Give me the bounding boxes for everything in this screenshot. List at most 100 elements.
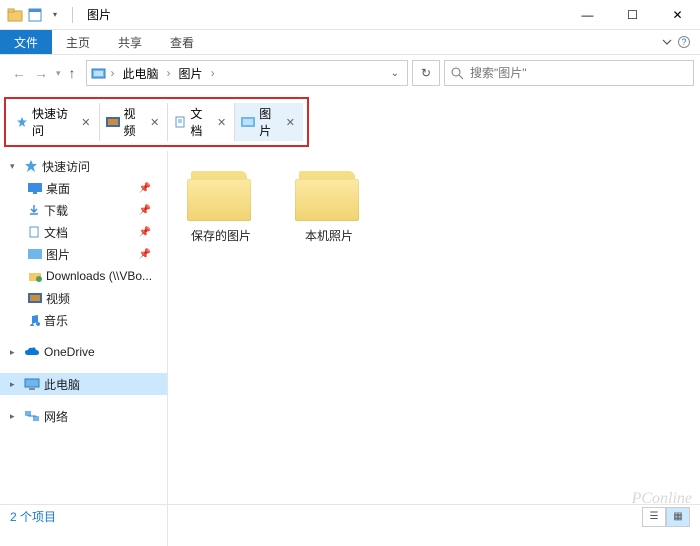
back-button[interactable]: ← <box>12 65 26 81</box>
folder-item[interactable]: 本机照片 <box>284 169 374 244</box>
main-area: ▾ 快速访问 桌面 📌 下载 📌 文档 📌 图片 📌 Downloads (\\… <box>0 151 700 546</box>
star-icon <box>16 116 28 128</box>
title-bar: ▾ 图片 — ☐ ✕ <box>0 0 700 30</box>
pin-icon: 📌 <box>139 183 151 194</box>
caret-right-icon[interactable]: ▸ <box>10 411 20 422</box>
minimize-button[interactable]: — <box>565 0 610 30</box>
ribbon-tab-file[interactable]: 文件 <box>0 30 52 54</box>
close-button[interactable]: ✕ <box>655 0 700 30</box>
maximize-button[interactable]: ☐ <box>610 0 655 30</box>
sidebar-network[interactable]: ▸ 网络 <box>0 405 167 427</box>
sidebar-item-videos[interactable]: 视频 <box>0 287 167 309</box>
item-count: 2 个项目 <box>10 508 56 525</box>
nav-arrows: ← → ▾ ↑ <box>6 65 82 81</box>
sidebar-item-desktop[interactable]: 桌面 📌 <box>0 177 167 199</box>
sidebar-item-music[interactable]: 音乐 <box>0 309 167 331</box>
forward-button[interactable]: → <box>34 65 48 81</box>
qat-dropdown-icon[interactable]: ▾ <box>46 6 64 24</box>
ribbon-expand-button[interactable]: ? <box>652 30 700 54</box>
navigation-pane: ▾ 快速访问 桌面 📌 下载 📌 文档 📌 图片 📌 Downloads (\\… <box>0 151 168 546</box>
tab-label: 文档 <box>190 105 211 139</box>
status-bar: 2 个项目 ☰ ▦ <box>0 504 700 528</box>
separator <box>72 7 73 23</box>
sidebar-item-label: 文档 <box>44 224 68 241</box>
ribbon-tab-share[interactable]: 共享 <box>104 30 156 54</box>
cloud-icon <box>24 346 40 358</box>
breadcrumb-current[interactable]: 图片 <box>175 65 207 82</box>
up-button[interactable]: ↑ <box>69 65 76 81</box>
download-icon <box>28 204 40 216</box>
location-icon <box>91 66 107 80</box>
search-box[interactable] <box>444 60 694 86</box>
sidebar-item-label: 音乐 <box>44 312 68 329</box>
tab-label: 图片 <box>259 105 280 139</box>
music-icon <box>28 314 40 326</box>
sidebar-label: 快速访问 <box>42 158 90 175</box>
pin-icon: 📌 <box>139 227 151 238</box>
doc-icon <box>28 226 40 238</box>
tab-close-button[interactable]: ✕ <box>79 116 92 129</box>
sidebar-item-downloads[interactable]: 下载 📌 <box>0 199 167 221</box>
sidebar-item-network-downloads[interactable]: Downloads (\\VBo... <box>0 265 167 287</box>
address-dropdown-icon[interactable]: ⌄ <box>387 68 403 79</box>
search-input[interactable] <box>470 66 687 80</box>
search-icon <box>451 67 464 80</box>
network-icon <box>24 410 40 422</box>
tab-videos[interactable]: 视频 ✕ <box>100 103 169 141</box>
video-icon <box>106 116 120 128</box>
details-view-button[interactable]: ☰ <box>642 507 666 527</box>
ribbon-tab-view[interactable]: 查看 <box>156 30 208 54</box>
breadcrumb-root[interactable]: 此电脑 <box>119 65 163 82</box>
sidebar-item-pictures[interactable]: 图片 📌 <box>0 243 167 265</box>
folder-tabs: 快速访问 ✕ 视频 ✕ 文档 ✕ 图片 ✕ <box>4 97 309 147</box>
tab-label: 快速访问 <box>32 105 75 139</box>
folder-item[interactable]: 保存的图片 <box>176 169 266 244</box>
caret-right-icon[interactable]: ▸ <box>10 347 20 358</box>
pin-icon: 📌 <box>139 249 151 260</box>
sidebar-onedrive[interactable]: ▸ OneDrive <box>0 341 167 363</box>
tab-close-button[interactable]: ✕ <box>148 116 161 129</box>
tab-close-button[interactable]: ✕ <box>284 116 297 129</box>
tab-quick-access[interactable]: 快速访问 ✕ <box>10 103 100 141</box>
caret-down-icon[interactable]: ▾ <box>10 161 20 172</box>
properties-icon[interactable] <box>26 6 44 24</box>
chevron-right-icon[interactable]: › <box>165 66 173 80</box>
caret-right-icon[interactable]: ▸ <box>10 379 20 390</box>
pin-icon: 📌 <box>139 205 151 216</box>
content-pane[interactable]: 保存的图片 本机照片 <box>168 151 700 546</box>
view-toggle: ☰ ▦ <box>642 507 690 527</box>
window-title: 图片 <box>87 6 111 23</box>
history-dropdown-icon[interactable]: ▾ <box>56 68 61 79</box>
star-icon <box>24 159 38 173</box>
ribbon-tab-home[interactable]: 主页 <box>52 30 104 54</box>
sidebar-label: 网络 <box>44 408 68 425</box>
video-icon <box>28 292 42 304</box>
chevron-right-icon[interactable]: › <box>109 66 117 80</box>
folder-tabs-container: 快速访问 ✕ 视频 ✕ 文档 ✕ 图片 ✕ <box>0 91 700 151</box>
computer-icon <box>24 378 40 390</box>
folder-label: 本机照片 <box>305 227 353 244</box>
sidebar-this-pc[interactable]: ▸ 此电脑 <box>0 373 167 395</box>
sidebar-item-label: 下载 <box>44 202 68 219</box>
tab-documents[interactable]: 文档 ✕ <box>168 103 235 141</box>
picture-icon <box>241 116 255 128</box>
network-folder-icon <box>28 270 42 282</box>
sidebar-item-label: Downloads (\\VBo... <box>46 269 152 283</box>
doc-icon <box>174 116 186 128</box>
sidebar-label: 此电脑 <box>44 376 80 393</box>
sidebar-item-label: 图片 <box>46 246 70 263</box>
refresh-button[interactable]: ↻ <box>412 60 440 86</box>
window-controls: — ☐ ✕ <box>565 0 700 30</box>
sidebar-item-label: 视频 <box>46 290 70 307</box>
sidebar-item-documents[interactable]: 文档 📌 <box>0 221 167 243</box>
chevron-right-icon[interactable]: › <box>209 66 217 80</box>
sidebar-item-label: 桌面 <box>46 180 70 197</box>
address-bar[interactable]: › 此电脑 › 图片 › ⌄ <box>86 60 408 86</box>
tab-pictures[interactable]: 图片 ✕ <box>235 103 303 141</box>
icons-view-button[interactable]: ▦ <box>666 507 690 527</box>
sidebar-quick-access[interactable]: ▾ 快速访问 <box>0 155 167 177</box>
folder-icon <box>187 169 255 223</box>
folder-label: 保存的图片 <box>191 227 251 244</box>
tab-label: 视频 <box>124 105 145 139</box>
tab-close-button[interactable]: ✕ <box>215 116 228 129</box>
